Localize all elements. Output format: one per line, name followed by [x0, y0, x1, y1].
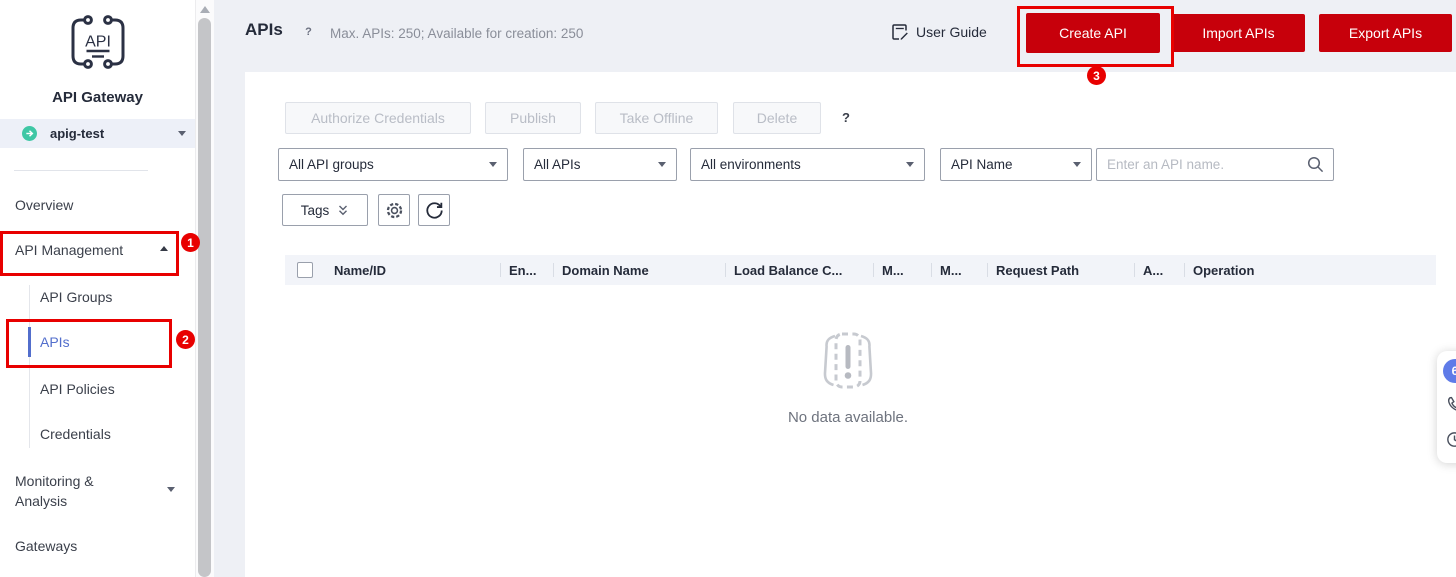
column-header-m1[interactable]: M...	[873, 255, 931, 285]
delete-button[interactable]: Delete	[733, 102, 821, 134]
api-group-filter[interactable]: All API groups	[278, 148, 508, 181]
quota-subtitle: Max. APIs: 250; Available for creation: …	[330, 26, 583, 41]
authorize-credentials-button[interactable]: Authorize Credentials	[285, 102, 471, 134]
refresh-icon	[425, 201, 444, 220]
sidebar-item-api-management[interactable]: API Management	[15, 242, 123, 258]
nav-indent-guide	[29, 285, 30, 448]
column-header-a[interactable]: A...	[1134, 255, 1184, 285]
sidebar-item-apis[interactable]: APIs	[40, 334, 70, 350]
search-field-selector[interactable]: API Name	[940, 148, 1092, 181]
search-box	[1096, 148, 1334, 181]
chevron-down-icon	[906, 162, 914, 167]
instance-status-icon	[22, 126, 37, 141]
no-data-text: No data available.	[748, 409, 948, 426]
chevron-down-icon	[178, 131, 186, 136]
scrollbar-thumb[interactable]	[198, 18, 211, 577]
select-all-cell	[285, 255, 325, 285]
take-offline-button[interactable]: Take Offline	[595, 102, 718, 134]
api-group-filter-value: All API groups	[289, 157, 374, 172]
chevron-down-icon	[658, 162, 666, 167]
scrollbar-up-arrow-icon[interactable]	[200, 6, 210, 13]
user-guide-label: User Guide	[916, 24, 987, 40]
sidebar-divider	[14, 170, 148, 171]
gear-icon	[385, 201, 404, 220]
sidebar-item-gateways[interactable]: Gateways	[15, 538, 77, 554]
search-input[interactable]	[1097, 157, 1307, 172]
chevron-down-icon	[167, 487, 175, 492]
annotation-step-3: 3	[1087, 66, 1106, 85]
import-apis-button[interactable]: Import APIs	[1172, 14, 1305, 52]
active-item-indicator	[28, 327, 31, 357]
refresh-button[interactable]	[418, 194, 450, 226]
annotation-step-1: 1	[181, 233, 200, 252]
chevron-up-icon	[160, 246, 168, 251]
export-apis-button[interactable]: Export APIs	[1319, 14, 1452, 52]
help-icon[interactable]: ?	[300, 23, 317, 40]
sidebar: API API Gateway apig-test Overview API M…	[0, 0, 195, 577]
search-field-value: API Name	[951, 157, 1013, 172]
sidebar-item-credentials[interactable]: Credentials	[40, 426, 111, 442]
sidebar-item-api-groups[interactable]: API Groups	[40, 289, 112, 305]
tags-filter-button[interactable]: Tags	[282, 194, 368, 226]
chevron-down-icon	[1073, 162, 1081, 167]
column-settings-button[interactable]	[378, 194, 410, 226]
phone-support-icon[interactable]	[1445, 395, 1456, 414]
tags-label: Tags	[301, 203, 330, 218]
column-header-domain-name[interactable]: Domain Name	[553, 255, 725, 285]
chevron-down-icon	[489, 162, 497, 167]
instance-selector[interactable]: apig-test	[0, 119, 195, 148]
double-chevron-down-icon	[337, 204, 349, 217]
api-type-filter-value: All APIs	[534, 157, 581, 172]
column-header-name-id[interactable]: Name/ID	[325, 255, 500, 285]
api-gateway-logo-icon: API	[64, 12, 132, 77]
sidebar-item-api-policies[interactable]: API Policies	[40, 381, 115, 397]
column-header-m2[interactable]: M...	[931, 255, 987, 285]
api-type-filter[interactable]: All APIs	[523, 148, 677, 181]
svg-text:API: API	[85, 34, 111, 51]
column-header-load-balance[interactable]: Load Balance C...	[725, 255, 873, 285]
page-title: APIs	[245, 20, 283, 40]
help-icon[interactable]: ?	[836, 107, 856, 127]
sidebar-item-overview[interactable]: Overview	[15, 197, 73, 213]
history-clock-icon[interactable]	[1445, 430, 1456, 449]
service-title: API Gateway	[0, 89, 195, 106]
table-header-row: Name/ID En... Domain Name Load Balance C…	[285, 255, 1436, 285]
search-icon[interactable]	[1307, 156, 1324, 173]
instance-name: apig-test	[50, 126, 104, 141]
no-data-icon	[814, 330, 882, 399]
publish-button[interactable]: Publish	[485, 102, 581, 134]
feedback-badge-icon[interactable]: 6	[1443, 359, 1456, 383]
sidebar-scrollbar[interactable]	[195, 0, 214, 577]
environment-filter[interactable]: All environments	[690, 148, 925, 181]
column-header-request-path[interactable]: Request Path	[987, 255, 1134, 285]
sidebar-item-monitoring-analysis[interactable]: Monitoring & Analysis	[15, 471, 127, 511]
select-all-checkbox[interactable]	[297, 262, 313, 278]
annotation-step-2: 2	[176, 330, 195, 349]
document-pen-icon	[891, 23, 909, 41]
column-header-env[interactable]: En...	[500, 255, 553, 285]
floating-support-panel: 6	[1437, 351, 1456, 463]
user-guide-link[interactable]: User Guide	[891, 23, 987, 41]
create-api-button[interactable]: Create API	[1026, 13, 1160, 53]
column-header-operation[interactable]: Operation	[1184, 255, 1436, 285]
environment-filter-value: All environments	[701, 157, 801, 172]
screen: API API Gateway apig-test Overview API M…	[0, 0, 1456, 577]
